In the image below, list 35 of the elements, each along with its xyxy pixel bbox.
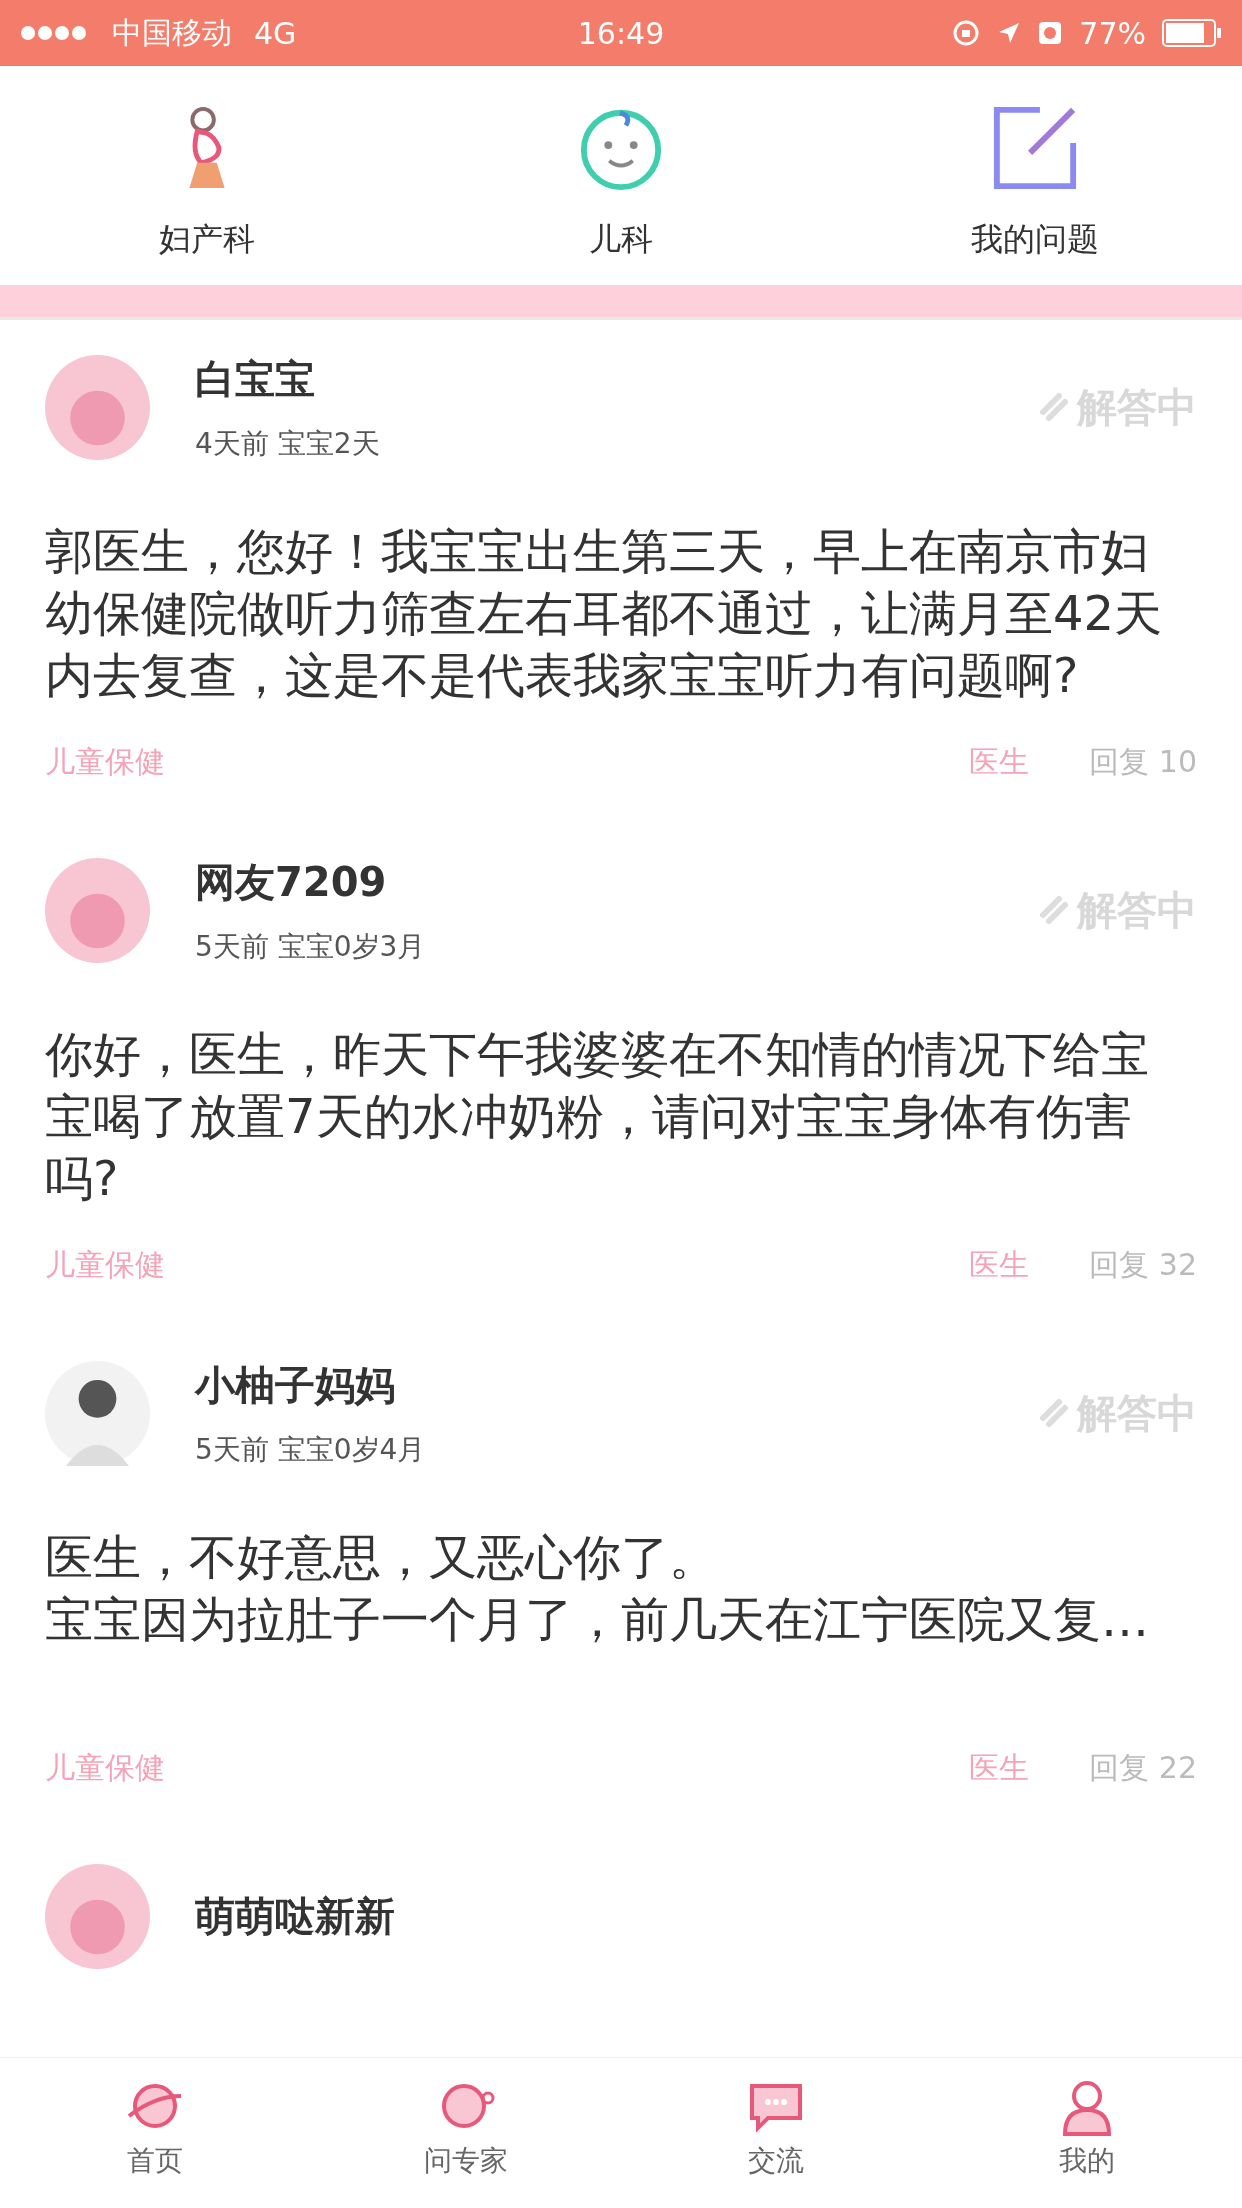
question-text[interactable]: 宝宝因为拉肚子一个月了，前几天在江宁医院又复…: [45, 1588, 1185, 1650]
category-button[interactable]: 儿科: [414, 66, 828, 285]
tab-button[interactable]: 问专家: [310, 2058, 621, 2208]
question-text[interactable]: 你好，医生，昨天下午我婆婆在不知情的情况下给宝宝喝了放置7天的水冲奶粉，请问对宝宝身体有伤害吗?: [45, 1023, 1185, 1209]
pending-icon: [1037, 1396, 1071, 1430]
reply-count: 回复 22: [1089, 1749, 1197, 1787]
category-button[interactable]: 妇产科: [0, 66, 414, 285]
question-text[interactable]: 郭医生，您好！我宝宝出生第三天，早上在南京市妇幼保健院做听力筛查左右耳都不通过，让满月至42天内去复查，这是不是代表我家宝宝听力有问题啊?: [45, 520, 1185, 706]
carrier-name: 中国移动: [112, 13, 232, 52]
reply-count: 回复 10: [1089, 743, 1197, 781]
post-meta: 4天前 宝宝2天: [195, 425, 381, 462]
pending-icon: [1037, 893, 1071, 927]
clock-time: 16:49: [577, 15, 665, 51]
category-button[interactable]: 我的问题: [828, 66, 1242, 285]
pending-icon: [1037, 390, 1071, 424]
post-meta: 5天前 宝宝0岁3月: [195, 928, 427, 965]
answerer-label: 医生: [969, 1749, 1030, 1787]
battery-icon: [1162, 19, 1222, 47]
post-meta: 5天前 宝宝0岁4月: [195, 1431, 427, 1468]
answerer-label: 医生: [969, 743, 1030, 781]
user-name: 小柚子妈妈: [195, 1360, 396, 1410]
user-name: 白宝宝: [195, 354, 316, 404]
answerer-label: 医生: [969, 1246, 1030, 1284]
location-arrow-icon: [997, 21, 1022, 45]
battery-percent: 77%: [1079, 15, 1146, 51]
edit-icon: [991, 104, 1079, 192]
tab-button[interactable]: 交流: [621, 2058, 932, 2208]
tab-button[interactable]: 首页: [0, 2058, 311, 2208]
alarm-icon: [1037, 20, 1064, 46]
tab-button[interactable]: 我的: [931, 2058, 1242, 2208]
reply-count: 回复 32: [1089, 1246, 1197, 1284]
question-text[interactable]: 医生，不好意思，又恶心你了。: [45, 1526, 1185, 1588]
user-name: 萌萌哒新新: [195, 1891, 396, 1941]
network-type: 4G: [254, 15, 297, 51]
user-name: 网友7209: [195, 857, 388, 907]
